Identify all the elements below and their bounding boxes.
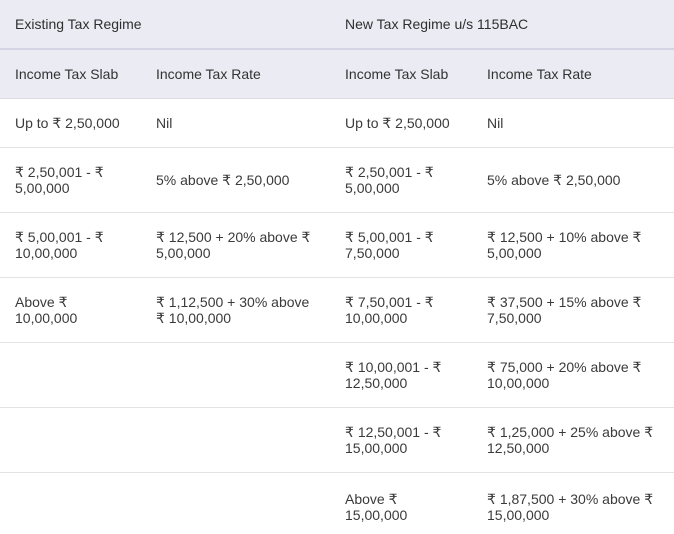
existing-regime-heading: Existing Tax Regime bbox=[0, 0, 330, 49]
new-rate-cell: Nil bbox=[472, 99, 674, 148]
new-rate-cell: ₹ 75,000 + 20% above ₹ 10,00,000 bbox=[472, 343, 674, 408]
new-rate-cell: ₹ 12,500 + 10% above ₹ 5,00,000 bbox=[472, 213, 674, 278]
existing-slab-cell bbox=[0, 473, 141, 534]
existing-rate-header: Income Tax Rate bbox=[141, 49, 330, 99]
existing-slab-cell: ₹ 5,00,001 - ₹ 10,00,000 bbox=[0, 213, 141, 278]
new-rate-cell: 5% above ₹ 2,50,000 bbox=[472, 148, 674, 213]
existing-rate-cell: 5% above ₹ 2,50,000 bbox=[141, 148, 330, 213]
existing-rate-cell bbox=[141, 343, 330, 408]
existing-rate-cell: ₹ 1,12,500 + 30% above ₹ 10,00,000 bbox=[141, 278, 330, 343]
existing-rate-cell bbox=[141, 408, 330, 473]
existing-rate-cell bbox=[141, 473, 330, 534]
table-row: Above ₹ 10,00,000 ₹ 1,12,500 + 30% above… bbox=[0, 278, 674, 343]
existing-slab-header: Income Tax Slab bbox=[0, 49, 141, 99]
new-slab-cell: ₹ 5,00,001 - ₹ 7,50,000 bbox=[330, 213, 472, 278]
new-slab-cell: Above ₹ 15,00,000 bbox=[330, 473, 472, 534]
new-rate-cell: ₹ 37,500 + 15% above ₹ 7,50,000 bbox=[472, 278, 674, 343]
existing-rate-cell: ₹ 12,500 + 20% above ₹ 5,00,000 bbox=[141, 213, 330, 278]
existing-slab-cell: ₹ 2,50,001 - ₹ 5,00,000 bbox=[0, 148, 141, 213]
new-slab-header: Income Tax Slab bbox=[330, 49, 472, 99]
table-row: Above ₹ 15,00,000 ₹ 1,87,500 + 30% above… bbox=[0, 473, 674, 534]
new-slab-cell: ₹ 2,50,001 - ₹ 5,00,000 bbox=[330, 148, 472, 213]
table-row: ₹ 2,50,001 - ₹ 5,00,000 5% above ₹ 2,50,… bbox=[0, 148, 674, 213]
new-regime-heading: New Tax Regime u/s 115BAC bbox=[330, 0, 674, 49]
existing-slab-cell bbox=[0, 343, 141, 408]
regime-header-row: Existing Tax Regime New Tax Regime u/s 1… bbox=[0, 0, 674, 49]
existing-slab-cell bbox=[0, 408, 141, 473]
column-header-row: Income Tax Slab Income Tax Rate Income T… bbox=[0, 49, 674, 99]
new-rate-header: Income Tax Rate bbox=[472, 49, 674, 99]
table-row: ₹ 12,50,001 - ₹ 15,00,000 ₹ 1,25,000 + 2… bbox=[0, 408, 674, 473]
existing-slab-cell: Up to ₹ 2,50,000 bbox=[0, 99, 141, 148]
table-row: ₹ 5,00,001 - ₹ 10,00,000 ₹ 12,500 + 20% … bbox=[0, 213, 674, 278]
new-slab-cell: ₹ 7,50,001 - ₹ 10,00,000 bbox=[330, 278, 472, 343]
tax-regime-comparison-table: Existing Tax Regime New Tax Regime u/s 1… bbox=[0, 0, 674, 534]
table-row: Up to ₹ 2,50,000 Nil Up to ₹ 2,50,000 Ni… bbox=[0, 99, 674, 148]
table-row: ₹ 10,00,001 - ₹ 12,50,000 ₹ 75,000 + 20%… bbox=[0, 343, 674, 408]
existing-slab-cell: Above ₹ 10,00,000 bbox=[0, 278, 141, 343]
new-slab-cell: ₹ 12,50,001 - ₹ 15,00,000 bbox=[330, 408, 472, 473]
new-slab-cell: Up to ₹ 2,50,000 bbox=[330, 99, 472, 148]
new-rate-cell: ₹ 1,87,500 + 30% above ₹ 15,00,000 bbox=[472, 473, 674, 534]
new-rate-cell: ₹ 1,25,000 + 25% above ₹ 12,50,000 bbox=[472, 408, 674, 473]
existing-rate-cell: Nil bbox=[141, 99, 330, 148]
new-slab-cell: ₹ 10,00,001 - ₹ 12,50,000 bbox=[330, 343, 472, 408]
